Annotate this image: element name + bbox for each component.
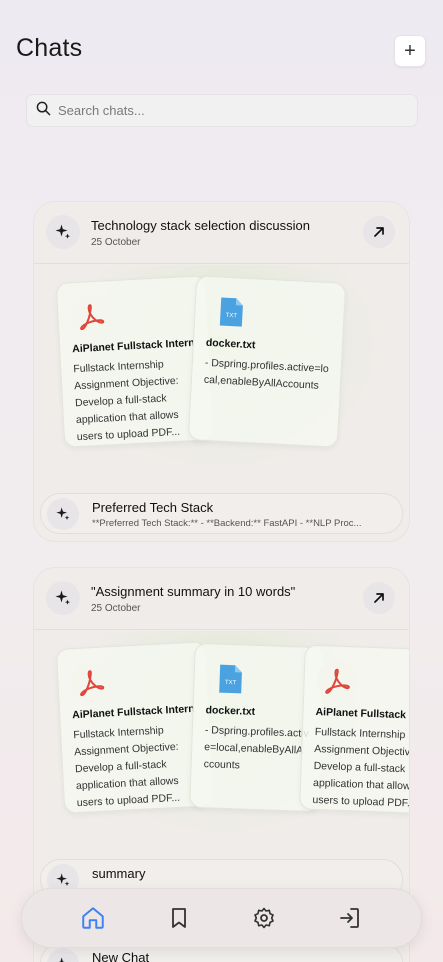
page-title: Chats: [16, 34, 83, 62]
chat-list-item[interactable]: Preferred Tech Stack **Preferred Tech St…: [40, 493, 403, 534]
bookmark-icon: [171, 908, 186, 928]
new-chat-button[interactable]: +: [394, 35, 426, 67]
logout-button[interactable]: [330, 898, 370, 938]
pdf-icon: [69, 295, 112, 338]
document-name: AiPlanet Fullstack: [315, 706, 407, 722]
card-title: "Assignment summary in 10 words": [91, 584, 296, 599]
card-title: Technology stack selection discussion: [91, 218, 310, 233]
open-arrow-button[interactable]: [363, 582, 395, 614]
home-button[interactable]: [73, 898, 113, 938]
logout-icon: [340, 908, 360, 928]
document-name: AiPlanet Fullstack Intern: [71, 702, 195, 722]
txt-file-icon: TXT: [211, 291, 253, 333]
svg-text:TXT: TXT: [226, 313, 238, 320]
document-snippet: Fullstack Internship Assignment Objectiv…: [312, 726, 410, 810]
search-bar[interactable]: [26, 94, 418, 127]
chat-group-card[interactable]: Technology stack selection discussion 25…: [33, 201, 410, 542]
txt-file-icon: TXT: [210, 658, 251, 699]
document-snippet: Fullstack Internship Assignment Objectiv…: [73, 724, 181, 810]
header: Chats +: [16, 34, 427, 68]
sparkle-icon: [47, 948, 79, 962]
document-stack: AiPlanet Fullstack Intern Fullstack Inte…: [34, 265, 409, 495]
pdf-icon: [69, 661, 112, 704]
home-icon: [82, 907, 104, 929]
pdf-icon: [315, 660, 358, 702]
document-card[interactable]: TXT docker.txt - Dspring.profiles.active…: [187, 275, 347, 448]
document-name: docker.txt: [205, 336, 256, 352]
sparkle-icon: [46, 215, 80, 249]
sparkle-icon: [46, 581, 80, 615]
chat-preview: **Preferred Tech Stack:** - **Backend:**…: [92, 518, 362, 529]
document-snippet: - Dspring.profiles.active=local,enableBy…: [203, 356, 330, 392]
document-name: AiPlanet Fullstack Intern: [71, 336, 195, 356]
gear-icon: [254, 907, 275, 929]
arrow-up-right-icon: [374, 227, 384, 237]
card-date: 25 October: [91, 603, 141, 614]
arrow-up-right-icon: [374, 593, 384, 603]
chat-title: Preferred Tech Stack: [92, 500, 214, 515]
open-arrow-button[interactable]: [363, 216, 395, 248]
settings-button[interactable]: [244, 898, 284, 938]
card-date: 25 October: [91, 237, 141, 248]
svg-text:TXT: TXT: [225, 680, 237, 686]
bookmarks-button[interactable]: [159, 898, 199, 938]
document-stack: AiPlanet Fullstack Intern Fullstack Inte…: [34, 631, 410, 861]
document-card[interactable]: AiPlanet Fullstack Fullstack Internship …: [299, 644, 410, 815]
document-name: docker.txt: [205, 704, 256, 718]
document-snippet: Fullstack Internship Assignment Objectiv…: [73, 358, 181, 444]
card-header: "Assignment summary in 10 words" 25 Octo…: [34, 568, 409, 630]
search-icon: [36, 101, 51, 121]
card-header: Technology stack selection discussion 25…: [34, 202, 409, 264]
search-input[interactable]: [58, 103, 388, 118]
chat-title: New Chat: [92, 950, 150, 962]
chat-title: summary: [92, 866, 146, 881]
sparkle-icon: [47, 498, 79, 530]
bottom-nav: [21, 888, 422, 948]
document-snippet: - Dspring.profiles.active=local,enableBy…: [203, 724, 309, 772]
